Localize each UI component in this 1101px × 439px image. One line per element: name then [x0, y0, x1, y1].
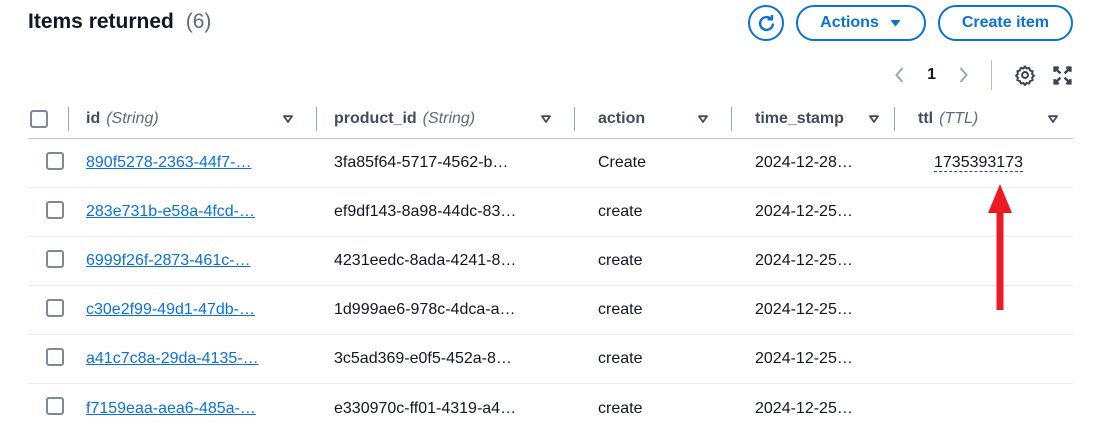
item-id-link[interactable]: 890f5278-2363-44f7-…: [86, 154, 251, 171]
row-checkbox[interactable]: [46, 201, 64, 219]
table-row: 890f5278-2363-44f7-… 3fa85f64-5717-4562-…: [28, 139, 1073, 188]
page-title-text: Items returned: [28, 10, 174, 33]
action-cell: create: [574, 252, 731, 270]
table-row: a41c7c8a-29da-4135-… 3c5ad369-e0f5-452a-…: [28, 335, 1073, 384]
table-header-row: id (String) product_id (String) action: [28, 99, 1073, 139]
table-row: 6999f26f-2873-461c-… 4231eedc-8ada-4241-…: [28, 237, 1073, 286]
sort-caret-icon[interactable]: [697, 114, 709, 124]
caret-down-icon: [889, 18, 902, 28]
table-toolbar: 1: [0, 41, 1101, 93]
column-name: product_id: [334, 110, 417, 128]
column-header-time-stamp[interactable]: time_stamp: [731, 99, 894, 138]
column-header-product-id[interactable]: product_id (String): [316, 99, 574, 138]
action-cell: create: [574, 350, 731, 368]
item-id-link[interactable]: f7159eaa-aea6-485a-…: [86, 400, 256, 417]
items-count-badge: (6): [186, 10, 212, 33]
ttl-value[interactable]: 1735393173: [934, 154, 1023, 172]
refresh-button[interactable]: [748, 5, 784, 41]
product-id-cell: 3fa85f64-5717-4562-b…: [316, 154, 574, 172]
column-type: (TTL): [939, 110, 978, 128]
table-row: c30e2f99-49d1-47db-… 1d999ae6-978c-4dca-…: [28, 286, 1073, 335]
column-name: ttl: [918, 110, 933, 128]
column-header-action[interactable]: action: [574, 99, 731, 138]
select-all-checkbox[interactable]: [30, 110, 48, 128]
action-cell: create: [574, 301, 731, 319]
column-type: (String): [423, 110, 475, 128]
column-header-ttl[interactable]: ttl (TTL): [894, 99, 1073, 138]
create-item-button[interactable]: Create item: [938, 5, 1073, 41]
toolbar-divider: [991, 60, 992, 90]
select-all-cell: [28, 99, 68, 138]
column-header-id[interactable]: id (String): [68, 99, 316, 138]
actions-button[interactable]: Actions: [796, 5, 926, 41]
time-stamp-cell: 2024-12-25…: [731, 252, 894, 270]
item-id-link[interactable]: c30e2f99-49d1-47db-…: [86, 301, 255, 318]
product-id-cell: 1d999ae6-978c-4dca-a…: [316, 301, 574, 319]
actions-button-label: Actions: [820, 14, 879, 32]
create-item-button-label: Create item: [962, 14, 1049, 32]
page-title: Items returned (6): [28, 5, 211, 34]
item-id-link[interactable]: 283e731b-e58a-4fcd-…: [86, 203, 255, 220]
current-page-number[interactable]: 1: [921, 66, 942, 84]
panel-header: Items returned (6) Actions Create item: [0, 0, 1101, 41]
fullscreen-button[interactable]: [1052, 65, 1073, 86]
chevron-right-icon: [958, 66, 969, 84]
product-id-cell: e330970c-ff01-4319-a4…: [316, 400, 574, 418]
action-cell: create: [574, 400, 731, 418]
column-type: (String): [106, 110, 158, 128]
time-stamp-cell: 2024-12-25…: [731, 301, 894, 319]
next-page-button[interactable]: [958, 66, 969, 84]
row-checkbox[interactable]: [46, 250, 64, 268]
header-actions: Actions Create item: [748, 5, 1073, 41]
sort-caret-icon[interactable]: [282, 114, 294, 124]
time-stamp-cell: 2024-12-25…: [731, 400, 894, 418]
sort-caret-icon[interactable]: [1047, 114, 1059, 124]
items-table: id (String) product_id (String) action: [28, 99, 1073, 433]
row-checkbox[interactable]: [46, 299, 64, 317]
row-checkbox[interactable]: [46, 397, 64, 415]
time-stamp-cell: 2024-12-28…: [731, 154, 894, 172]
product-id-cell: 4231eedc-8ada-4241-8…: [316, 252, 574, 270]
sort-caret-icon[interactable]: [868, 114, 880, 124]
item-id-link[interactable]: a41c7c8a-29da-4135-…: [86, 350, 259, 367]
product-id-cell: 3c5ad369-e0f5-452a-8…: [316, 350, 574, 368]
gear-icon: [1014, 64, 1036, 86]
time-stamp-cell: 2024-12-25…: [731, 350, 894, 368]
time-stamp-cell: 2024-12-25…: [731, 203, 894, 221]
items-table-panel: Items returned (6) Actions Create item: [0, 0, 1101, 439]
item-id-link[interactable]: 6999f26f-2873-461c-…: [86, 252, 251, 269]
row-checkbox[interactable]: [46, 348, 64, 366]
column-name: action: [598, 110, 645, 128]
column-name: time_stamp: [755, 110, 844, 128]
row-checkbox[interactable]: [46, 152, 64, 170]
expand-icon: [1052, 65, 1073, 86]
column-name: id: [86, 110, 100, 128]
action-cell: create: [574, 203, 731, 221]
table-row: 283e731b-e58a-4fcd-… ef9df143-8a98-44dc-…: [28, 188, 1073, 237]
sort-caret-icon[interactable]: [540, 114, 552, 124]
table-row: f7159eaa-aea6-485a-… e330970c-ff01-4319-…: [28, 384, 1073, 433]
action-cell: Create: [574, 154, 731, 172]
product-id-cell: ef9df143-8a98-44dc-83…: [316, 203, 574, 221]
refresh-icon: [757, 14, 776, 33]
settings-button[interactable]: [1014, 64, 1036, 86]
previous-page-button[interactable]: [894, 66, 905, 84]
chevron-left-icon: [894, 66, 905, 84]
